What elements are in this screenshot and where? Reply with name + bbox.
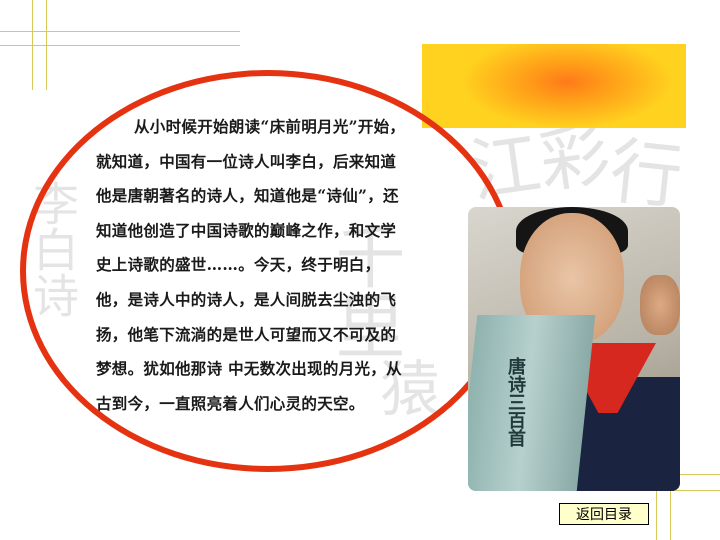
background-child bbox=[640, 275, 680, 335]
title-banner bbox=[422, 44, 686, 128]
back-to-contents-button[interactable]: 返回目录 bbox=[559, 503, 649, 525]
boy-reading-photo: 唐诗三百首 bbox=[468, 207, 680, 491]
poetry-book bbox=[468, 315, 596, 491]
divider-line bbox=[46, 0, 47, 90]
divider-line bbox=[32, 0, 33, 90]
book-title: 唐诗三百首 bbox=[505, 357, 526, 447]
divider-line bbox=[0, 45, 240, 46]
back-button-label: 返回目录 bbox=[576, 507, 632, 523]
slide: 江彩 行 李白诗 千里 猿 从小时候开始朗读“床前明月光”开始， 就知道，中国有… bbox=[0, 0, 720, 540]
divider-line bbox=[0, 31, 240, 32]
calligraphy-watermark: 行 bbox=[605, 128, 687, 220]
highlight-ellipse bbox=[20, 70, 516, 472]
